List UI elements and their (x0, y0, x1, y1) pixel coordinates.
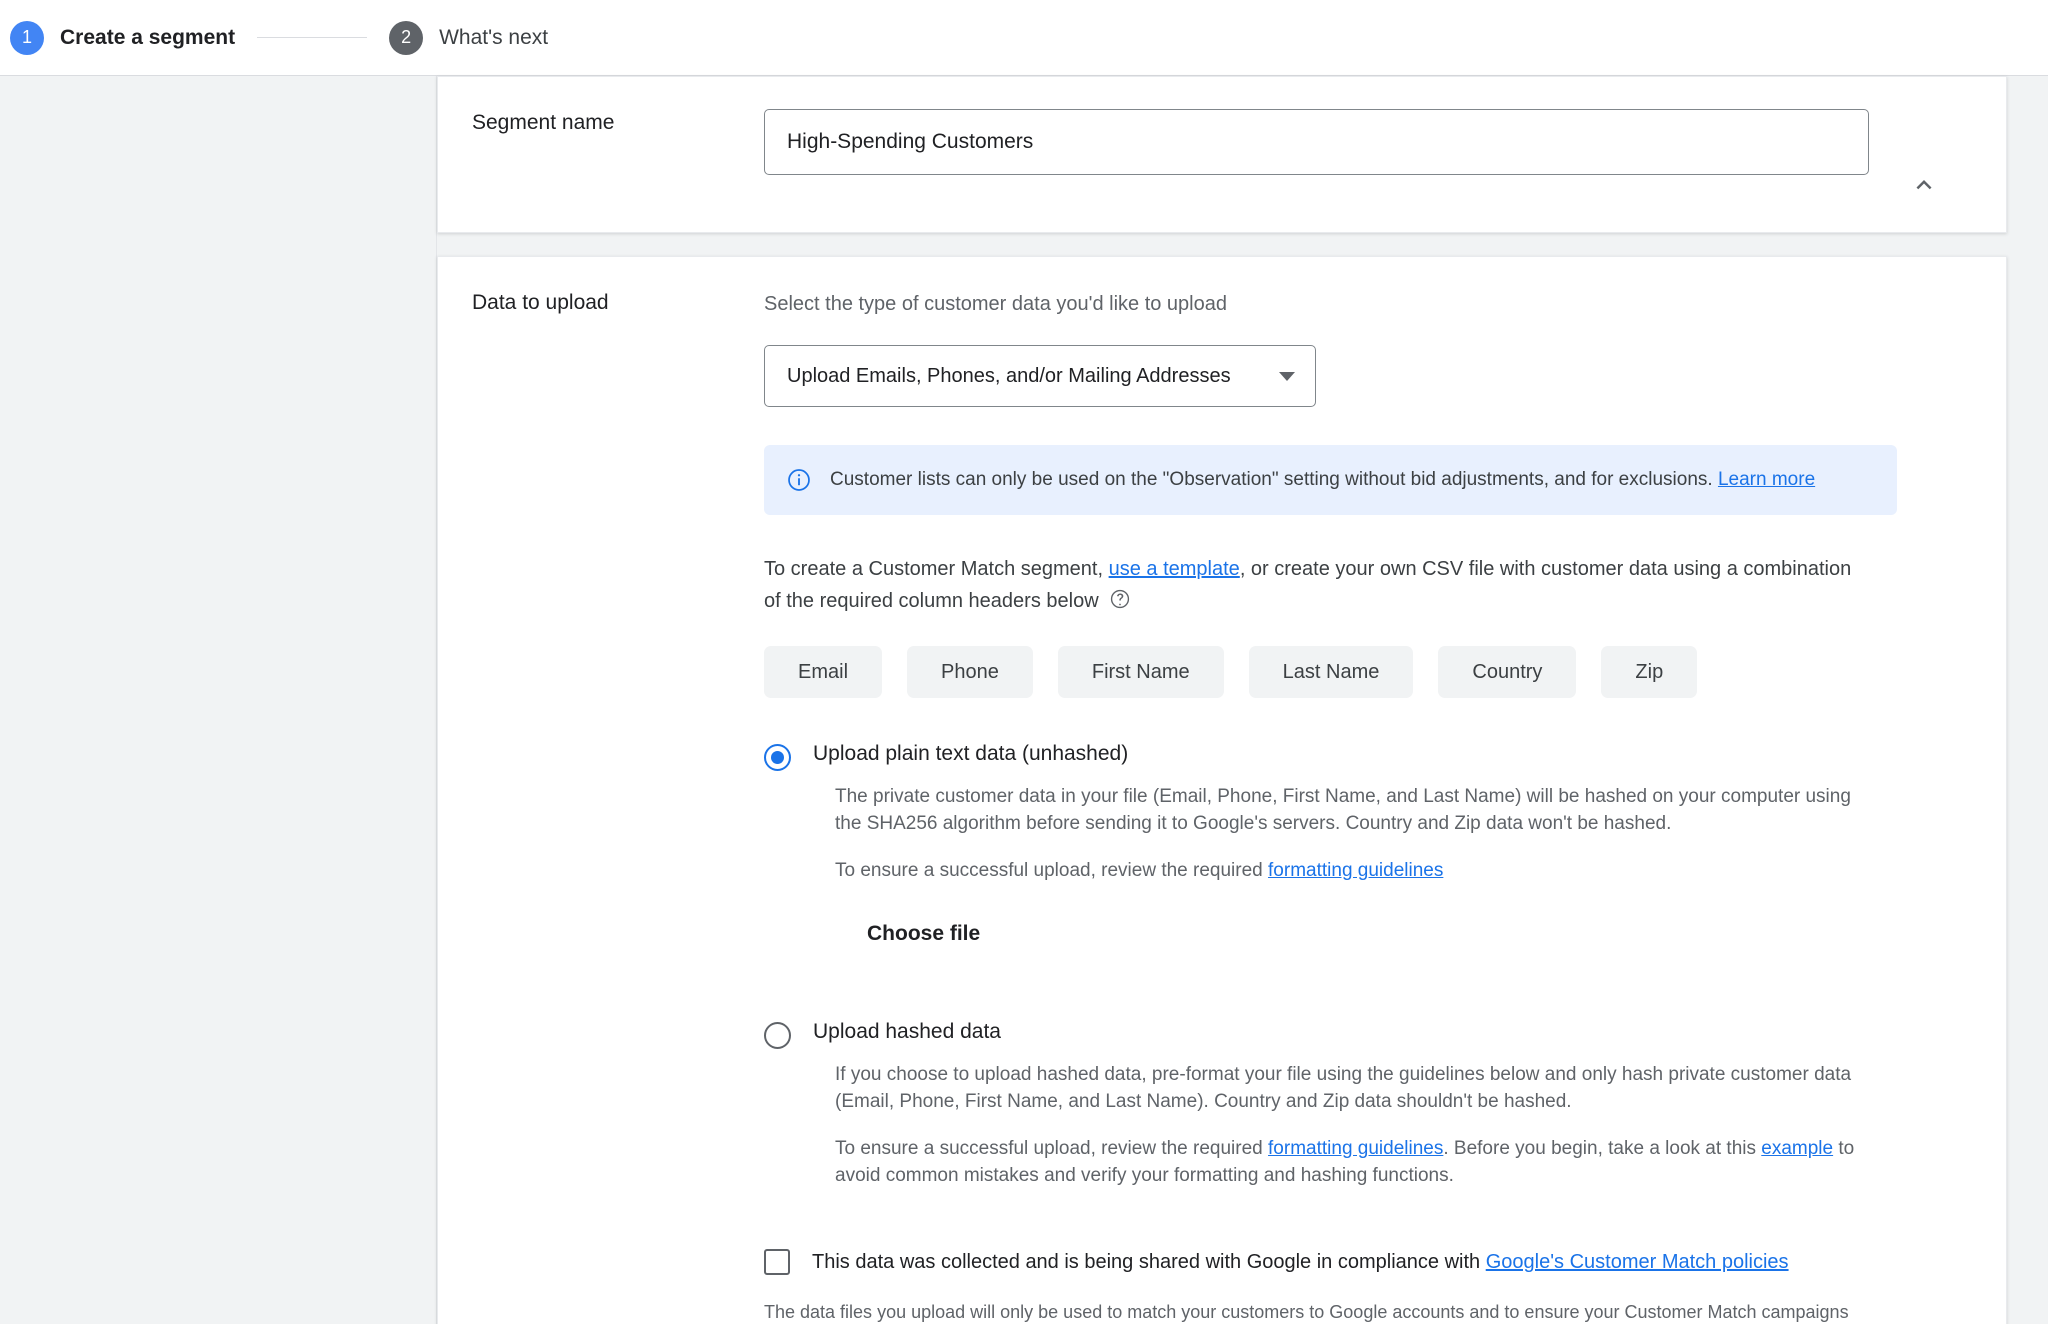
segment-name-body (764, 109, 2006, 175)
observation-info-text: Customer lists can only be used on the "… (830, 467, 1815, 493)
stepper-step-2[interactable]: 2 What's next (389, 20, 549, 55)
info-icon (786, 467, 812, 493)
step-1-label: Create a segment (60, 25, 236, 49)
formatting-guidelines-link-1[interactable]: formatting guidelines (1268, 860, 1443, 881)
step-2-number: 2 (401, 27, 412, 47)
chevron-up-icon[interactable] (1904, 165, 1944, 205)
chip-country[interactable]: Country (1438, 646, 1577, 698)
upload-type-select-value: Upload Emails, Phones, and/or Mailing Ad… (787, 364, 1231, 387)
radio-plain-text-note: To ensure a successful upload, review th… (835, 857, 1875, 884)
radio-plain-text[interactable] (764, 744, 791, 771)
column-header-chips: Email Phone First Name Last Name Country… (764, 646, 1946, 698)
consent-text: This data was collected and is being sha… (812, 1251, 1481, 1273)
step-1-number: 1 (21, 27, 32, 47)
consent-row[interactable]: This data was collected and is being sha… (764, 1249, 1946, 1275)
upload-option-hashed-row[interactable]: Upload hashed data (764, 1018, 1946, 1049)
upload-option-plain-text: Upload plain text data (unhashed) The pr… (764, 740, 1946, 956)
radio-hashed-label: Upload hashed data (813, 1020, 1001, 1043)
customer-match-segment-page: 1 Create a segment 2 What's next Segment… (0, 0, 2048, 1324)
step-2-number-badge: 2 (389, 20, 424, 55)
upload-type-select[interactable]: Upload Emails, Phones, and/or Mailing Ad… (764, 345, 1316, 407)
footer-note-text: The data files you upload will only be u… (764, 1302, 1849, 1322)
formatting-guidelines-link-2[interactable]: formatting guidelines (1268, 1138, 1443, 1159)
stepper-bar: 1 Create a segment 2 What's next (0, 0, 2048, 76)
cards-column: Segment name Data to upload Select the t… (437, 76, 2007, 1324)
step-2-label: What's next (439, 25, 549, 49)
chip-zip[interactable]: Zip (1601, 646, 1698, 698)
data-to-upload-label: Data to upload (472, 291, 609, 314)
radio-plain-text-note-prefix: To ensure a successful upload, review th… (835, 860, 1269, 881)
stepper-connector (257, 37, 368, 38)
observation-info-message: Customer lists can only be used on the "… (830, 469, 1713, 490)
chip-phone[interactable]: Phone (907, 646, 1033, 698)
radio-hashed[interactable] (764, 1022, 791, 1049)
option-spacer (764, 956, 1946, 1018)
caret-down-icon (1279, 371, 1295, 381)
choose-file-button[interactable]: Choose file (867, 912, 980, 956)
chip-email[interactable]: Email (764, 646, 883, 698)
upload-option-hashed: Upload hashed data If you choose to uplo… (764, 1018, 1946, 1189)
step-1-number-badge: 1 (10, 20, 44, 55)
upload-type-helper-text: Select the type of customer data you'd l… (764, 293, 1227, 315)
consent-label: This data was collected and is being sha… (812, 1249, 1789, 1275)
help-circle-icon[interactable] (1109, 588, 1131, 620)
stepper-step-1[interactable]: 1 Create a segment (10, 20, 236, 55)
left-rail (0, 76, 437, 1324)
template-description: To create a Customer Match segment, use … (764, 553, 1864, 620)
use-a-template-link[interactable]: use a template (1109, 558, 1240, 580)
consent-checkbox[interactable] (764, 1249, 790, 1275)
content-area: Segment name Data to upload Select the t… (0, 76, 2048, 1324)
radio-plain-text-label: Upload plain text data (unhashed) (813, 742, 1129, 765)
radio-hashed-note: To ensure a successful upload, review th… (835, 1135, 1875, 1189)
radio-hashed-note-prefix: To ensure a successful upload, review th… (835, 1138, 1269, 1159)
example-link[interactable]: example (1761, 1138, 1833, 1159)
template-description-part1: To create a Customer Match segment, (764, 558, 1104, 580)
customer-match-policies-link[interactable]: Google's Customer Match policies (1486, 1251, 1789, 1273)
segment-name-card: Segment name (437, 76, 2007, 233)
data-to-upload-body: Select the type of customer data you'd l… (764, 289, 2006, 1324)
data-files-footer-note: The data files you upload will only be u… (764, 1299, 1874, 1324)
observation-info-banner: Customer lists can only be used on the "… (764, 445, 1897, 515)
data-to-upload-card: Data to upload Select the type of custom… (437, 256, 2007, 1324)
segment-name-input[interactable] (764, 109, 1869, 175)
radio-hashed-note-middle: . Before you begin, take a look at this (1443, 1138, 1762, 1159)
observation-learn-more-link[interactable]: Learn more (1718, 469, 1815, 490)
chip-first-name[interactable]: First Name (1057, 646, 1224, 698)
upload-option-plain-text-row[interactable]: Upload plain text data (unhashed) (764, 740, 1946, 771)
chip-last-name[interactable]: Last Name (1248, 646, 1414, 698)
segment-name-label: Segment name (472, 111, 615, 134)
radio-hashed-description: If you choose to upload hashed data, pre… (835, 1064, 1852, 1112)
radio-plain-text-description: The private customer data in your file (… (835, 786, 1851, 834)
